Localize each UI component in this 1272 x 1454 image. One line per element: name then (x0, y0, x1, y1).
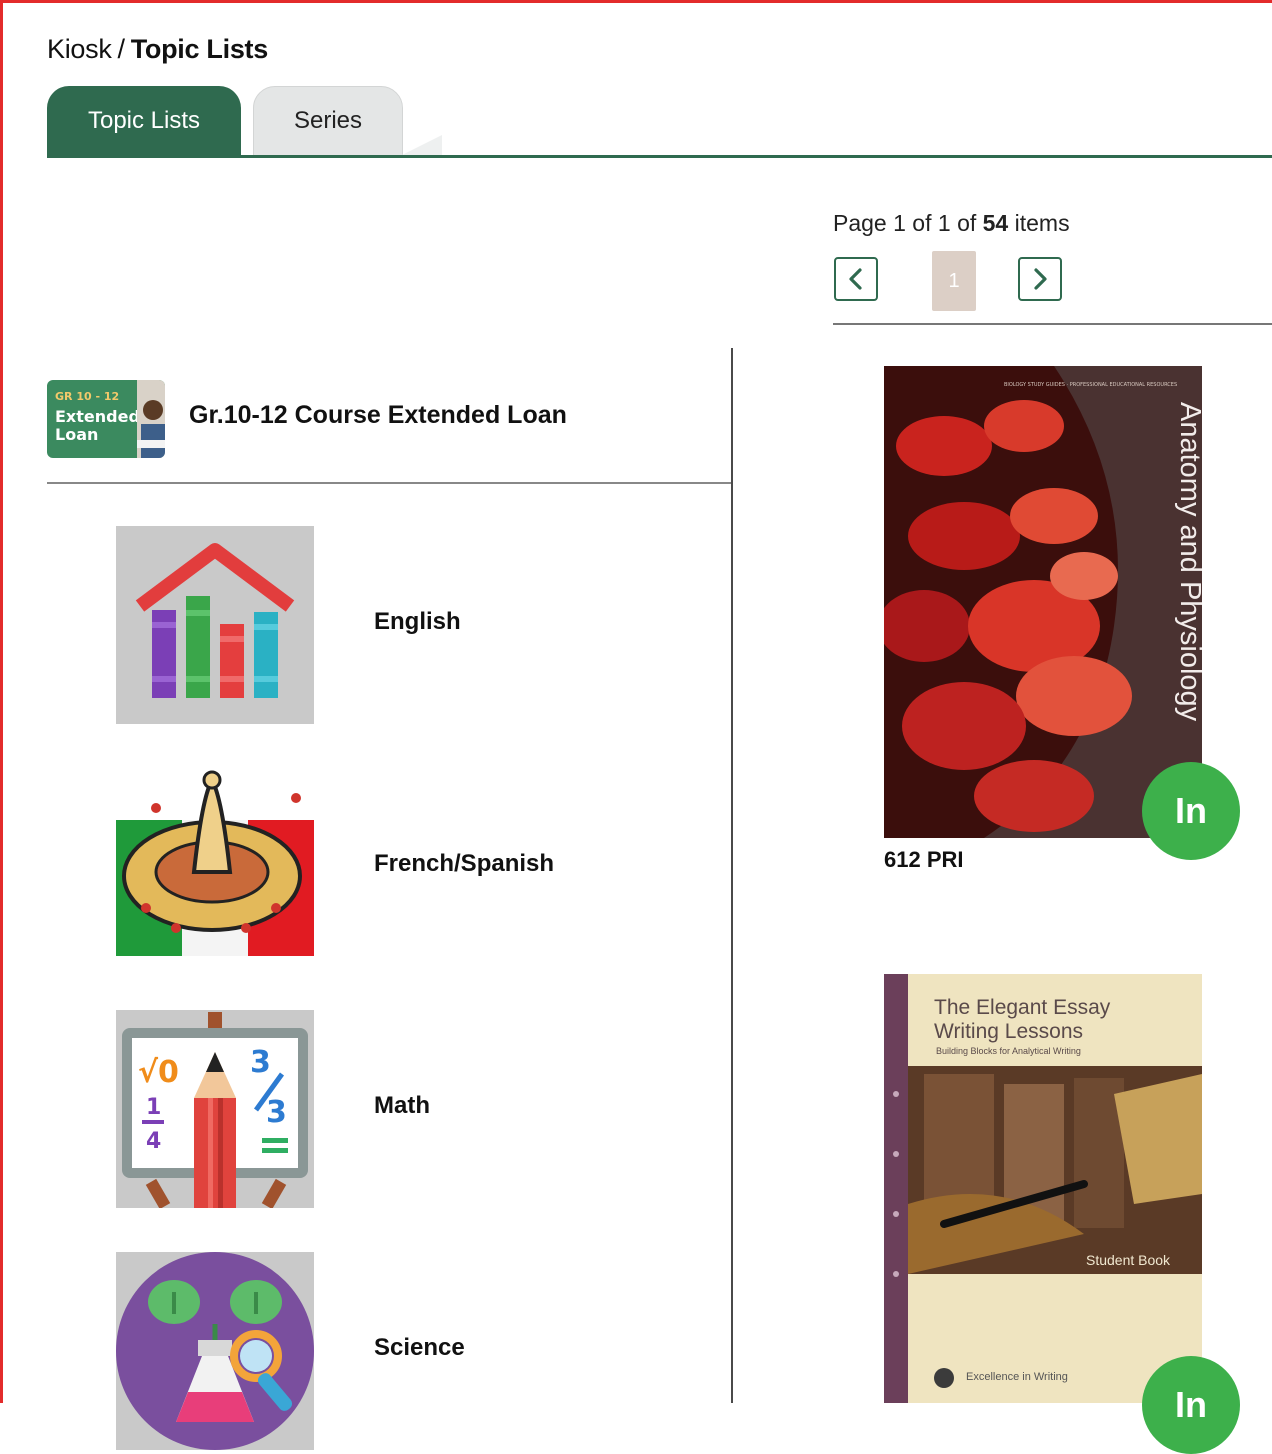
page-number-button[interactable]: 1 (932, 251, 976, 311)
availability-badge: In (1142, 1356, 1240, 1454)
book-cover-subtitle: Building Blocks for Analytical Writing (936, 1046, 1081, 1056)
svg-text:3: 3 (266, 1095, 287, 1130)
sombrero-icon (116, 768, 314, 966)
availability-badge: In (1142, 762, 1240, 860)
book-cover-publisher: Excellence in Writing (966, 1371, 1068, 1383)
topic-label-french-spanish: French/Spanish (374, 850, 555, 877)
parent-topic-title: Gr.10-12 Course Extended Loan (189, 401, 567, 429)
pager-item-count: 54 (982, 210, 1009, 236)
thumb-grade: GR 10 - 12 (55, 390, 120, 403)
pager-page-word: Page (833, 210, 887, 236)
pager-divider (833, 323, 1272, 325)
parent-topic-divider (47, 482, 731, 484)
topic-label-math: Math (374, 1092, 430, 1119)
chevron-left-icon (849, 268, 862, 290)
science-flask-icon (116, 1252, 314, 1450)
book-cover-anatomy: BIOLOGY STUDY GUIDES · PROFESSIONAL EDUC… (884, 366, 1202, 838)
student-photo-icon (137, 380, 165, 458)
chevron-right-icon (1034, 268, 1047, 290)
pager-total-pages: 1 (937, 210, 951, 236)
book-cover-elegant-essay: The Elegant Essay Writing Lessons Buildi… (884, 974, 1202, 1403)
pager-of-word: of (912, 210, 932, 236)
topic-item-math[interactable]: √0 1 4 3 3 Math (116, 1010, 716, 1208)
pager-current: 1 (893, 210, 906, 236)
parent-topic-thumbnail: GR 10 - 12 Extended Loan (47, 380, 165, 458)
tab-topic-lists[interactable]: Topic Lists (47, 86, 241, 156)
breadcrumb-root[interactable]: Kiosk (47, 34, 112, 64)
breadcrumb: Kiosk / Topic Lists (47, 34, 268, 65)
topic-item-science[interactable]: Science (116, 1252, 716, 1450)
tab-underline (47, 155, 1272, 158)
pager-items-word: items (1014, 210, 1070, 236)
breadcrumb-current: Topic Lists (130, 34, 269, 64)
svg-text:√0: √0 (138, 1055, 179, 1090)
book-card[interactable]: The Elegant Essay Writing Lessons Buildi… (884, 974, 1240, 1454)
svg-text:3: 3 (250, 1045, 271, 1080)
book-cover-note: Student Book (1086, 1252, 1171, 1268)
tab-bar: Topic Lists Series (47, 86, 1272, 158)
thumb-extended: Extended (55, 407, 140, 426)
parent-topic[interactable]: GR 10 - 12 Extended Loan Gr.10-12 Course… (47, 380, 731, 460)
thumb-loan: Loan (55, 425, 99, 444)
next-page-button[interactable] (1018, 257, 1062, 301)
math-easel-icon: √0 1 4 3 3 (116, 1010, 314, 1208)
topic-label-science: Science (374, 1334, 465, 1361)
book-cover-title-2: Writing Lessons (934, 1020, 1084, 1043)
book-call-number: 612 PRI (884, 847, 964, 872)
pager-of-word2: of (957, 210, 977, 236)
topic-label-english: English (374, 608, 461, 635)
book-card[interactable]: BIOLOGY STUDY GUIDES · PROFESSIONAL EDUC… (884, 366, 1240, 876)
breadcrumb-separator: / (117, 34, 126, 64)
bookshelf-icon (116, 526, 314, 724)
column-divider (731, 348, 733, 1403)
book-spine-title: Anatomy and Physiology (1174, 402, 1202, 722)
previous-page-button[interactable] (834, 257, 878, 301)
svg-text:1: 1 (146, 1095, 161, 1120)
topic-item-english[interactable]: English (116, 526, 716, 724)
tab-series[interactable]: Series (253, 86, 442, 156)
topic-item-french-spanish[interactable]: French/Spanish (116, 768, 716, 966)
pager-summary: Page 1 of 1 of 54 items (833, 210, 1070, 237)
book-cover-title-1: The Elegant Essay (934, 996, 1111, 1019)
svg-text:4: 4 (146, 1129, 161, 1154)
svg-text:BIOLOGY STUDY GUIDES · PROFESS: BIOLOGY STUDY GUIDES · PROFESSIONAL EDUC… (1004, 382, 1177, 388)
